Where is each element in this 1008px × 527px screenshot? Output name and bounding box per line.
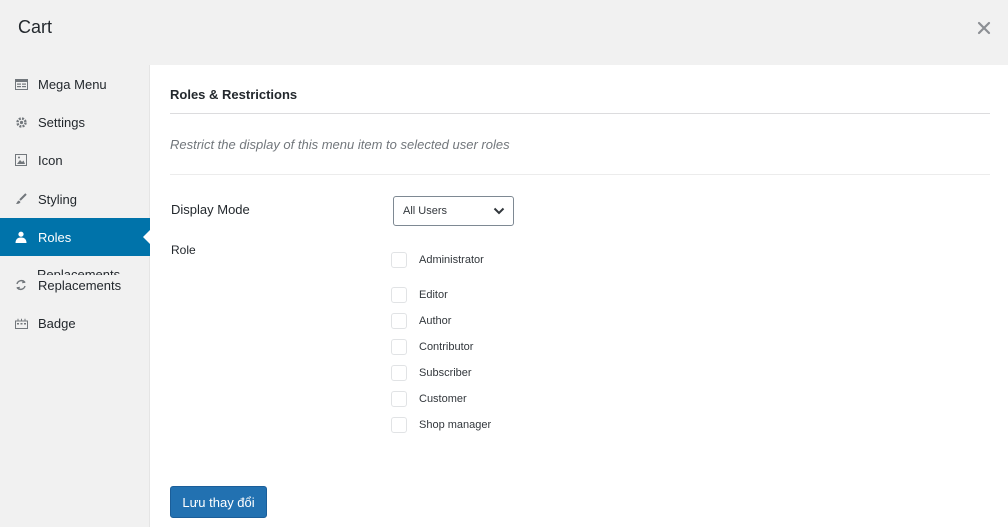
image-icon [14,153,28,167]
sidebar-item-roles[interactable]: Roles [0,218,151,256]
refresh-icon [14,278,28,292]
save-button[interactable]: Lưu thay đổi [170,486,267,518]
sidebar-item-styling[interactable]: Styling [0,180,150,218]
close-icon[interactable] [972,16,996,40]
role-checkbox[interactable] [391,417,407,433]
role-checkbox[interactable] [391,313,407,329]
role-option-administrator: Administrator [391,251,484,269]
sidebar-item-replacements[interactable]: Replacements [0,266,150,304]
role-checkbox[interactable] [391,339,407,355]
sidebar-item-label: Icon [38,152,63,168]
display-mode-label: Display Mode [171,202,250,217]
role-option-label: Contributor [419,341,474,353]
role-checkbox[interactable] [391,252,407,268]
role-option-editor: Editor [391,286,448,304]
role-checkbox[interactable] [391,365,407,381]
divider [170,174,990,175]
sidebar: Mega Menu Settings Icon Styling Roles Re… [0,65,151,527]
user-icon [14,230,28,244]
brush-icon [14,192,28,206]
roles-panel: Roles & Restrictions Restrict the displa… [150,65,1008,527]
role-option-label: Shop manager [419,419,492,431]
section-description: Restrict the display of this menu item t… [170,137,510,152]
badge-icon [14,316,28,330]
role-option-subscriber: Subscriber [391,364,472,382]
sidebar-item-badge[interactable]: Badge [0,304,150,342]
dialog-header: Cart [0,0,1008,65]
role-option-label: Administrator [419,254,484,266]
role-option-shop-manager: Shop manager [391,416,491,434]
role-option-author: Author [391,312,451,330]
sidebar-item-label: Badge [38,315,76,331]
mega-menu-icon [14,77,28,91]
role-option-contributor: Contributor [391,338,473,356]
role-option-label: Subscriber [419,367,472,379]
divider [170,113,990,114]
sidebar-item-label: Mega Menu [38,76,107,92]
sidebar-item-label: Replacements [38,277,122,293]
sidebar-item-label: Styling [38,191,78,207]
sidebar-item-label: Settings [38,114,85,130]
display-mode-select[interactable]: All Users [393,196,514,226]
role-option-customer: Customer [391,390,467,408]
gear-icon [14,115,28,129]
role-option-label: Author [419,315,452,327]
role-checkbox[interactable] [391,287,407,303]
sidebar-item-label: Roles [38,229,72,245]
dialog-title: Cart [18,17,53,37]
role-option-label: Customer [419,393,467,405]
chevron-down-icon [493,206,505,218]
sidebar-item-settings[interactable]: Settings [0,103,150,141]
role-label: Role [171,243,196,257]
role-checkbox[interactable] [391,391,407,407]
section-title: Roles & Restrictions [170,87,298,102]
sidebar-item-mega-menu[interactable]: Mega Menu [0,65,150,103]
display-mode-value: All Users [403,205,448,217]
sidebar-item-icon[interactable]: Icon [0,141,150,179]
role-option-label: Editor [419,289,448,301]
